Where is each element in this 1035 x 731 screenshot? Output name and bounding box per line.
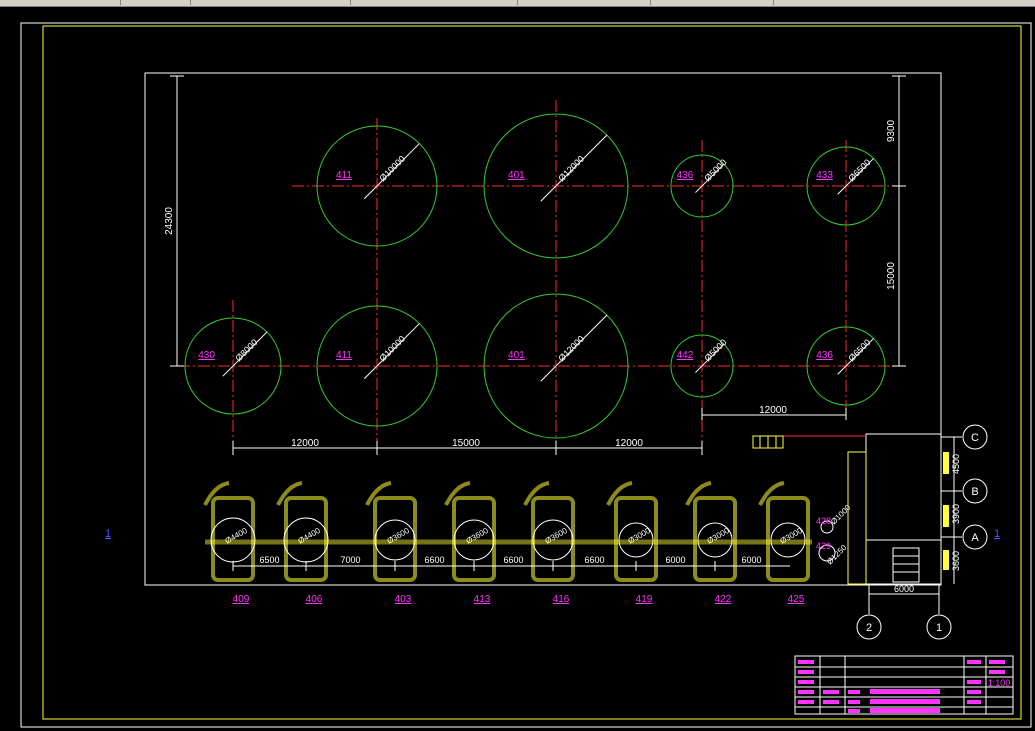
dim-right-bottom: 15000 xyxy=(886,262,897,290)
small-tank-tag: 416 xyxy=(553,594,570,605)
grid-bubbles xyxy=(856,424,988,640)
dim-bottom-2: 15000 xyxy=(452,438,480,449)
centerlines xyxy=(178,100,905,452)
drawing-frame xyxy=(42,25,1022,720)
dim-left-vertical: 24300 xyxy=(164,207,175,235)
axis-c: C xyxy=(971,432,979,444)
tank-diameter: Ø6500 xyxy=(846,157,872,183)
axis-b: B xyxy=(971,486,978,498)
pump-dia-1: Ø1000 xyxy=(829,503,853,527)
section-mark-left[interactable]: 1 xyxy=(105,528,111,540)
tank-tag: 401 xyxy=(508,170,525,181)
stair-ramp xyxy=(758,481,785,506)
tank-diameter: Ø5000 xyxy=(702,337,728,363)
tank-tag: 401 xyxy=(508,350,525,361)
tank-tag: 442 xyxy=(677,350,694,361)
scale-value: 1:100 xyxy=(988,678,1011,688)
pump-tag-2: 429 xyxy=(816,541,831,551)
stair-ramp xyxy=(523,481,550,506)
stair-ramp xyxy=(606,481,633,506)
small-tank-tag: 413 xyxy=(474,594,491,605)
dim-bottom-1: 12000 xyxy=(291,438,319,449)
stair-ramp xyxy=(365,481,392,506)
toolbar-segment[interactable] xyxy=(520,0,651,5)
axis-1: 1 xyxy=(936,622,942,634)
site-boundary xyxy=(144,72,942,586)
dim-bottom-3: 12000 xyxy=(615,438,643,449)
stair-ramp xyxy=(685,481,712,506)
axis-2: 2 xyxy=(866,622,872,634)
small-dim-label: 7000 xyxy=(340,555,360,565)
tank-diameter: Ø6500 xyxy=(846,337,872,363)
toolbar-segment[interactable] xyxy=(195,0,351,5)
tank-diameter: Ø10000 xyxy=(377,154,407,184)
small-dim-label: 6600 xyxy=(584,555,604,565)
small-dim-label: 6600 xyxy=(503,555,523,565)
small-tank-tag: 422 xyxy=(715,594,732,605)
tank-tag: 411 xyxy=(336,170,352,181)
small-tank-tag: 409 xyxy=(233,594,250,605)
tank-diameter: Ø12000 xyxy=(556,154,586,184)
tank-tag: 436 xyxy=(677,170,694,181)
title-block xyxy=(794,655,1014,715)
axis-a: A xyxy=(971,532,979,544)
tank-tag: 411 xyxy=(336,350,352,361)
tank-diameter: Ø12000 xyxy=(556,334,586,364)
bldg-dim-horizontal: 6000 xyxy=(894,584,914,594)
stair-ramp xyxy=(276,481,303,506)
tank-group: 411 Ø10000 401 Ø12000 436 Ø5000 433 Ø6500 430 Ø80… xyxy=(184,113,886,439)
small-dim-label: 6600 xyxy=(424,555,444,565)
bldg-dim-2: 3900 xyxy=(951,504,961,524)
tank-diameter: Ø5000 xyxy=(702,157,728,183)
toolbar-segment[interactable] xyxy=(352,0,518,5)
small-tank-tag: 403 xyxy=(395,594,412,605)
small-tank-tags: 409 406 403 413 416 419 422 425 xyxy=(233,594,805,605)
dimension-lines xyxy=(170,75,906,455)
tank-tag: 436 xyxy=(816,350,833,361)
toolbar-segment[interactable] xyxy=(653,0,774,5)
section-mark-right[interactable]: 1 xyxy=(994,528,1000,540)
dim-right-horizontal: 12000 xyxy=(759,405,787,416)
small-tank-tag: 425 xyxy=(788,594,805,605)
tank-tag: 433 xyxy=(816,170,833,181)
toolbar-segment[interactable] xyxy=(0,0,121,5)
small-tank-tag: 419 xyxy=(636,594,653,605)
small-dim-label: 6000 xyxy=(741,555,761,565)
toolbar-segment[interactable] xyxy=(120,0,191,5)
small-dimension-labels: 6500 7000 6600 6600 6600 6000 6000 xyxy=(232,555,762,571)
bldg-dim-3: 3600 xyxy=(951,551,961,571)
small-tank-group: Ø4400 Ø4400 Ø3600 Ø3600 Ø3600 Ø3000 Ø3000 Ø3000 xyxy=(203,481,810,582)
bldg-dim-1: 4500 xyxy=(951,454,961,474)
stair-ramp xyxy=(444,481,471,506)
dim-right-top: 9300 xyxy=(886,119,897,142)
cad-drawing[interactable]: 411 Ø10000 401 Ø12000 436 Ø5000 433 Ø6500 430 Ø80… xyxy=(0,6,1035,731)
small-dim-label: 6000 xyxy=(665,555,685,565)
tank-diameter: Ø8000 xyxy=(233,337,259,363)
stair-ramp xyxy=(203,481,230,506)
small-dim-label: 6500 xyxy=(259,555,279,565)
small-tank-tag: 406 xyxy=(306,594,323,605)
tank-diameter: Ø10000 xyxy=(377,334,407,364)
tank-tag: 430 xyxy=(198,350,215,361)
